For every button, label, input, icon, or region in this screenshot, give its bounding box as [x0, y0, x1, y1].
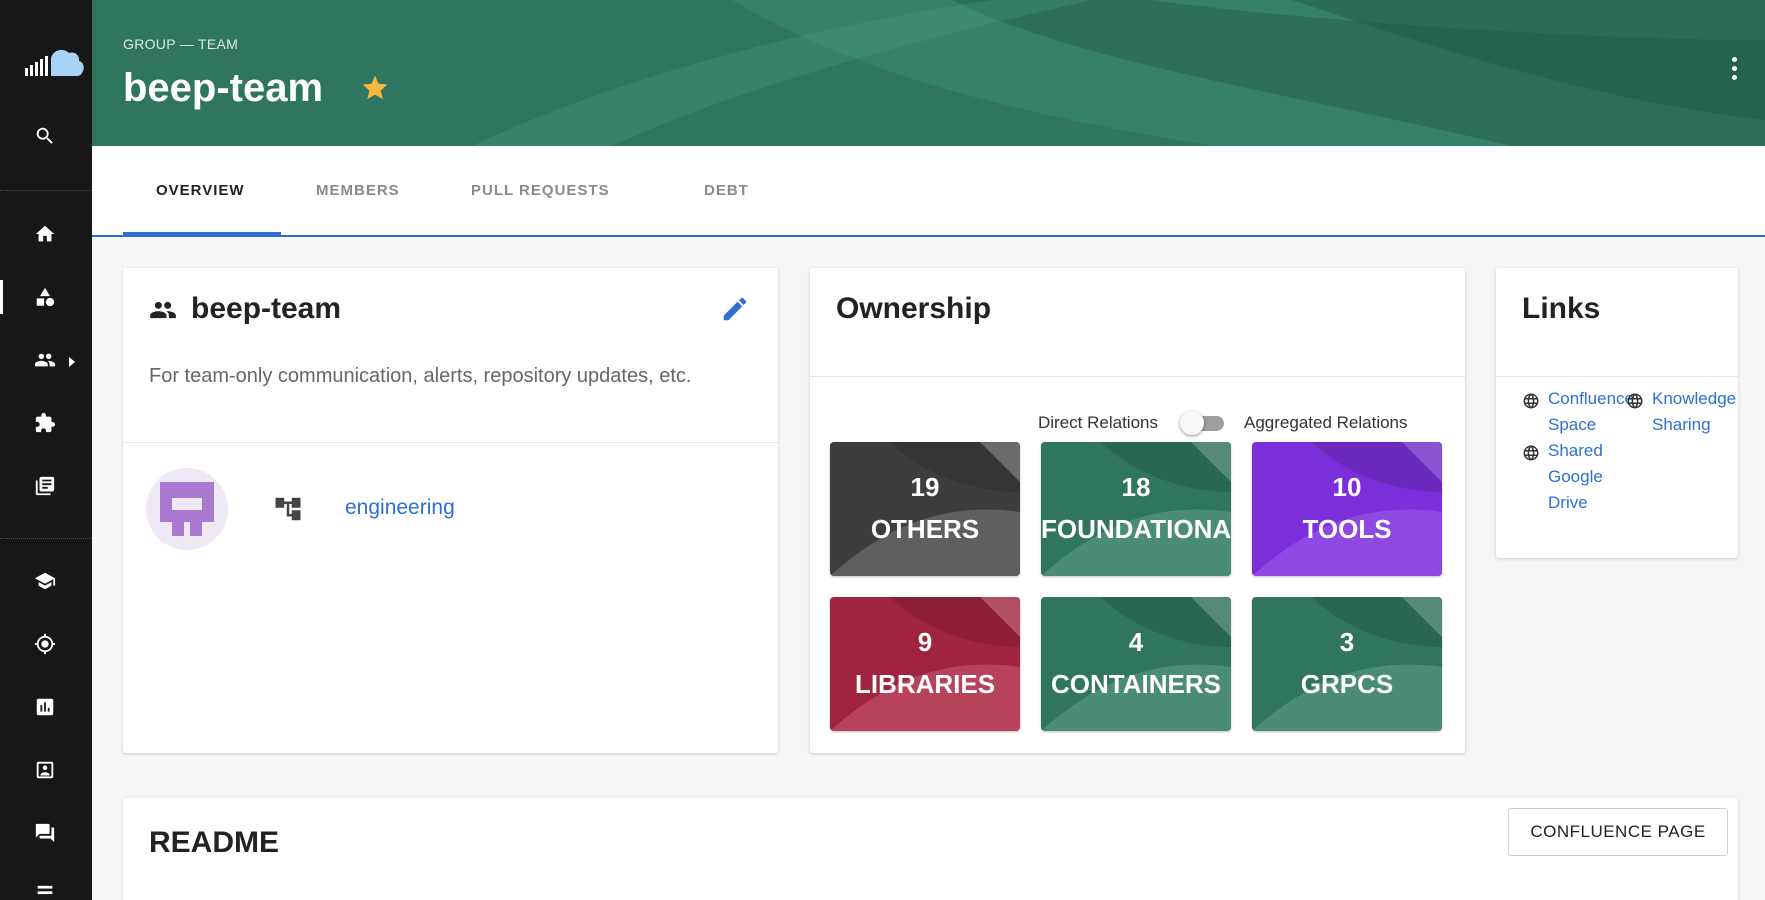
tile-background-pattern — [830, 597, 1020, 731]
tile-background-pattern — [1041, 442, 1231, 576]
tab-pull-requests[interactable]: PULL REQUESTS — [471, 182, 610, 199]
ownership-tile-containers[interactable]: 4 CONTAINERS — [1041, 597, 1231, 731]
tile-label: TOOLS — [1302, 514, 1392, 544]
ownership-card: Ownership Direct Relations Aggregated Re… — [810, 268, 1465, 753]
page-title: beep-team — [123, 66, 324, 110]
tile-label: CONTAINERS — [1051, 669, 1221, 699]
toggle-knob — [1180, 411, 1204, 435]
readme-title: README — [149, 826, 280, 859]
link-knowledge-sharing[interactable]: Knowledge Sharing — [1652, 386, 1736, 438]
more-menu-icon[interactable] — [30, 880, 60, 900]
expand-caret-icon[interactable] — [69, 357, 75, 367]
tile-count: 9 — [917, 627, 933, 657]
breadcrumb: GROUP — TEAM — [123, 36, 239, 52]
links-list: Confluence Space Knowledge Sharing Share… — [1522, 386, 1737, 556]
analytics-icon[interactable] — [30, 692, 60, 722]
about-card: beep-team For team-only communication, a… — [123, 268, 778, 753]
favorite-star-icon[interactable] — [360, 73, 390, 103]
ownership-title: Ownership — [836, 292, 992, 325]
team-icon — [149, 296, 177, 329]
forum-icon[interactable] — [30, 818, 60, 848]
link-confluence-space[interactable]: Confluence Space — [1548, 386, 1634, 438]
team-description: For team-only communication, alerts, rep… — [149, 365, 692, 387]
groups-icon[interactable] — [30, 345, 60, 375]
tile-background-pattern — [1252, 597, 1442, 731]
ownership-tile-tools[interactable]: 10 TOOLS — [1252, 442, 1442, 576]
edit-icon[interactable] — [720, 294, 750, 324]
tile-background-pattern — [1252, 442, 1442, 576]
globe-icon — [1626, 392, 1644, 410]
sidebar-divider — [0, 538, 92, 539]
tile-count: 19 — [910, 472, 940, 502]
aggregated-relations-label: Aggregated Relations — [1244, 413, 1408, 432]
active-tab-indicator — [123, 232, 281, 235]
tab-debt[interactable]: DEBT — [704, 182, 749, 199]
cloud-logo[interactable] — [25, 46, 85, 80]
card-divider — [810, 376, 1465, 377]
card-divider — [123, 442, 778, 443]
sidebar-nav — [0, 0, 92, 900]
tile-count: 18 — [1121, 472, 1151, 502]
school-icon[interactable] — [30, 566, 60, 596]
header-background-pattern — [472, 0, 1765, 146]
tile-background-pattern — [830, 442, 1020, 576]
links-card: Links Confluence Space Knowledge Sharing… — [1496, 268, 1738, 558]
team-avatar — [146, 468, 228, 550]
readme-card: README CONFLUENCE PAGE — [123, 798, 1738, 900]
tile-count: 4 — [1128, 627, 1144, 657]
direct-relations-label: Direct Relations — [1038, 413, 1158, 432]
relations-toggle[interactable] — [1180, 411, 1224, 435]
ownership-tile-grpcs[interactable]: 3 GRPCS — [1252, 597, 1442, 731]
card-divider — [1496, 376, 1738, 377]
tab-overview[interactable]: OVERVIEW — [156, 182, 245, 199]
hierarchy-icon — [273, 494, 303, 524]
tile-background-pattern — [1041, 597, 1231, 731]
tab-members[interactable]: MEMBERS — [316, 182, 400, 199]
tile-count: 10 — [1332, 472, 1362, 502]
ownership-tile-others[interactable]: 19 OTHERS — [830, 442, 1020, 576]
tile-count: 3 — [1339, 627, 1355, 657]
link-shared-google-drive[interactable]: Shared Google Drive — [1548, 438, 1614, 516]
links-title: Links — [1522, 292, 1601, 325]
docs-library-icon[interactable] — [30, 471, 60, 501]
home-icon[interactable] — [30, 219, 60, 249]
tile-label: FOUNDATIONAL_SERVICES — [1041, 514, 1231, 544]
ownership-tile-libraries[interactable]: 9 LIBRARIES — [830, 597, 1020, 731]
parent-group-link[interactable]: engineering — [345, 496, 455, 520]
globe-icon — [1522, 392, 1540, 410]
tile-label: LIBRARIES — [854, 669, 996, 699]
tile-label: OTHERS — [870, 514, 980, 544]
portrait-icon[interactable] — [30, 755, 60, 785]
search-icon[interactable] — [30, 121, 60, 151]
about-title: beep-team — [191, 292, 342, 325]
globe-icon — [1522, 444, 1540, 462]
confluence-page-button[interactable]: CONFLUENCE PAGE — [1508, 808, 1728, 856]
tab-bar: OVERVIEW MEMBERS PULL REQUESTS DEBT — [92, 146, 1765, 237]
more-options-icon[interactable] — [1729, 57, 1739, 91]
sidebar-divider — [0, 190, 92, 191]
tile-label: GRPCS — [1300, 669, 1394, 699]
extension-puzzle-icon[interactable] — [30, 408, 60, 438]
catalog-shapes-icon[interactable] — [0, 280, 60, 314]
ownership-tile-foundational-services[interactable]: 18 FOUNDATIONAL_SERVICES — [1041, 442, 1231, 576]
radar-icon[interactable] — [30, 629, 60, 659]
page-header: GROUP — TEAM beep-team — [92, 0, 1765, 146]
